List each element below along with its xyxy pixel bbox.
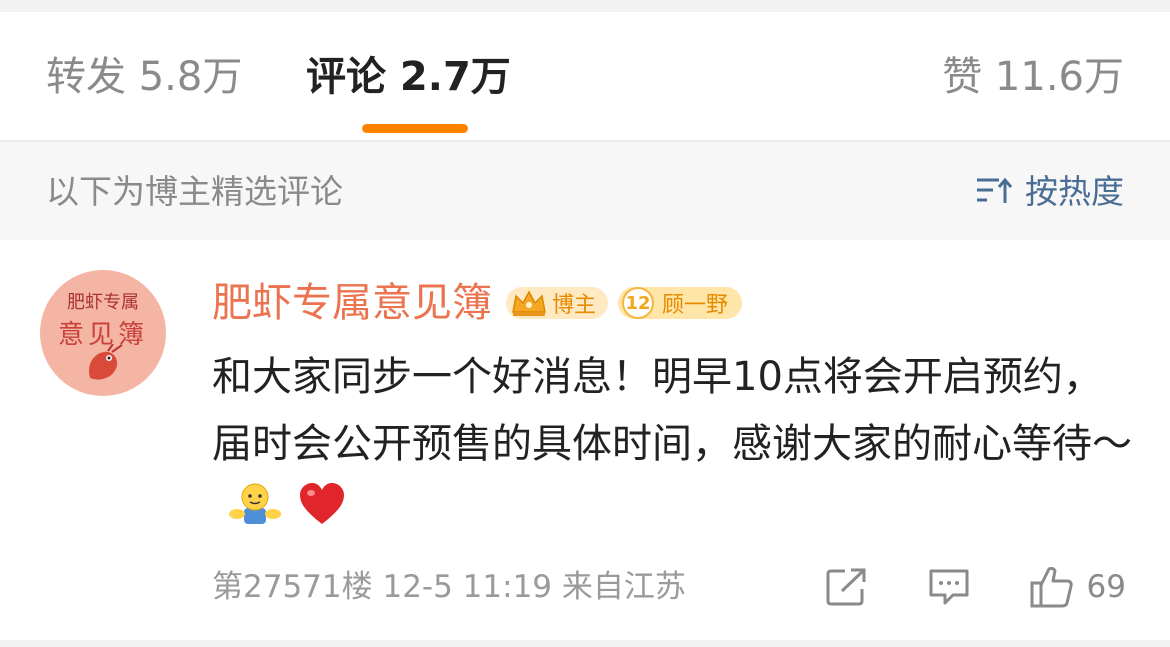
- user-badges: 博主 12 顾一野: [506, 287, 743, 319]
- comment-actions: 69: [825, 562, 1126, 612]
- like-count: 69: [1086, 569, 1126, 605]
- fan-badge-name: 顾一野: [662, 293, 729, 318]
- sort-label: 按热度: [1025, 172, 1124, 211]
- avatar[interactable]: 肥虾专属 意见簿: [40, 270, 166, 396]
- reply-button[interactable]: [927, 567, 971, 607]
- sort-by-heat-button[interactable]: 按热度: [975, 172, 1124, 212]
- tab-comments[interactable]: 评论 2.7万: [306, 52, 511, 102]
- comment-body: 和大家同步一个好消息！明早10点将会开启预约，届时会公开预售的具体时间，感谢大家…: [212, 344, 1132, 547]
- comment-meta: 第27571楼 12-5 11:19 来自江苏: [212, 569, 686, 605]
- crown-icon: [512, 290, 546, 316]
- username-link[interactable]: 肥虾专属意见簿: [212, 278, 492, 328]
- owner-badge[interactable]: 博主: [506, 287, 609, 319]
- like-icon: [1030, 566, 1073, 608]
- filter-caption: 以下为博主精选评论: [46, 172, 343, 211]
- avatar-text-line1: 肥虾专属: [67, 292, 139, 313]
- sort-icon: [975, 175, 1013, 209]
- comment-item: 肥虾专属 意见簿 肥虾专属意见簿 博主 12 顾一野 和大家同步一个好消息！明早…: [0, 240, 1170, 640]
- user-line: 肥虾专属意见簿 博主 12 顾一野: [212, 278, 743, 328]
- owner-badge-label: 博主: [552, 293, 597, 318]
- heart-icon: [298, 480, 346, 547]
- share-button[interactable]: [825, 567, 869, 607]
- like-button[interactable]: 69: [1029, 565, 1126, 609]
- filter-bar: 以下为博主精选评论 按热度: [0, 142, 1170, 240]
- bottom-strip: [0, 640, 1170, 647]
- emoji-hug-icon: [228, 480, 282, 547]
- tab-repost[interactable]: 转发 5.8万: [46, 52, 242, 102]
- active-tab-indicator: [362, 124, 468, 133]
- tab-likes[interactable]: 赞 11.6万: [942, 52, 1124, 102]
- fan-badge[interactable]: 12 顾一野: [618, 287, 743, 319]
- comment-icon: [929, 569, 969, 605]
- comment-text: 和大家同步一个好消息！明早10点将会开启预约，届时会公开预售的具体时间，感谢大家…: [212, 354, 1132, 467]
- share-icon: [826, 568, 866, 606]
- tab-bar: 转发 5.8万 评论 2.7万 赞 11.6万: [0, 12, 1170, 140]
- top-strip: [0, 0, 1170, 12]
- shrimp-illustration: [89, 344, 123, 380]
- fan-level: 12: [622, 287, 655, 319]
